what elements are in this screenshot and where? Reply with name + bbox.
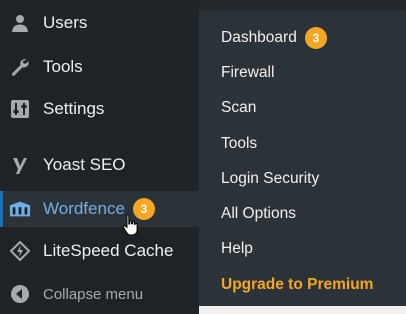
sidebar-item-wordfence[interactable]: Wordfence 3 — [0, 191, 199, 227]
hand-pointer-cursor-icon — [122, 214, 138, 236]
submenu-item-label: Login Security — [221, 170, 320, 187]
collapse-menu-button[interactable]: Collapse menu — [0, 276, 199, 312]
sidebar-item-label: LiteSpeed Cache — [43, 241, 174, 260]
sidebar-item-users[interactable]: Users — [0, 5, 199, 41]
submenu-item-firewall[interactable]: Firewall — [221, 60, 274, 86]
submenu-item-tools[interactable]: Tools — [221, 131, 257, 157]
submenu-item-label: Upgrade to Premium — [221, 276, 374, 293]
top-strip — [199, 0, 406, 10]
admin-sidebar: Users Tools Settings Yoast SEO Wordfence… — [0, 0, 199, 314]
submenu-item-dashboard[interactable]: Dashboard 3 — [221, 25, 327, 51]
submenu-item-label: All Options — [221, 205, 296, 222]
collapse-arrow-icon — [9, 283, 31, 305]
litespeed-icon — [9, 240, 31, 262]
wrench-icon — [9, 56, 31, 78]
users-icon — [9, 12, 31, 34]
sidebar-item-label: Tools — [43, 57, 83, 76]
submenu-item-help[interactable]: Help — [221, 236, 253, 262]
submenu-pointer — [188, 198, 199, 220]
submenu-item-label: Help — [221, 240, 253, 257]
submenu-item-label: Tools — [221, 135, 258, 152]
submenu-item-login-security[interactable]: Login Security — [221, 166, 319, 192]
sidebar-item-label: Yoast SEO — [43, 155, 126, 174]
sliders-icon — [9, 98, 31, 120]
menu-separator — [0, 131, 199, 139]
sidebar-item-label: Settings — [43, 99, 105, 118]
submenu-item-all-options[interactable]: All Options — [221, 201, 296, 227]
wordfence-icon — [9, 198, 31, 220]
collapse-menu-label: Collapse menu — [43, 285, 144, 303]
notification-badge: 3 — [304, 27, 327, 49]
sidebar-item-litespeed-cache[interactable]: LiteSpeed Cache — [0, 233, 199, 269]
sidebar-item-label: Users — [43, 13, 88, 32]
submenu-item-scan[interactable]: Scan — [221, 95, 256, 121]
sidebar-item-tools[interactable]: Tools — [0, 49, 199, 85]
submenu-item-label: Scan — [221, 99, 257, 116]
submenu-item-upgrade-to-premium[interactable]: Upgrade to Premium — [221, 272, 373, 298]
sidebar-item-text: Wordfence — [43, 199, 125, 218]
yoast-icon — [9, 154, 31, 176]
submenu-item-label: Firewall — [221, 64, 275, 81]
submenu-item-label: Dashboard — [221, 29, 297, 46]
sidebar-item-yoast-seo[interactable]: Yoast SEO — [0, 147, 199, 183]
sidebar-item-settings[interactable]: Settings — [0, 91, 199, 127]
wordfence-submenu: Dashboard 3 Firewall Scan Tools Login Se… — [199, 10, 406, 306]
